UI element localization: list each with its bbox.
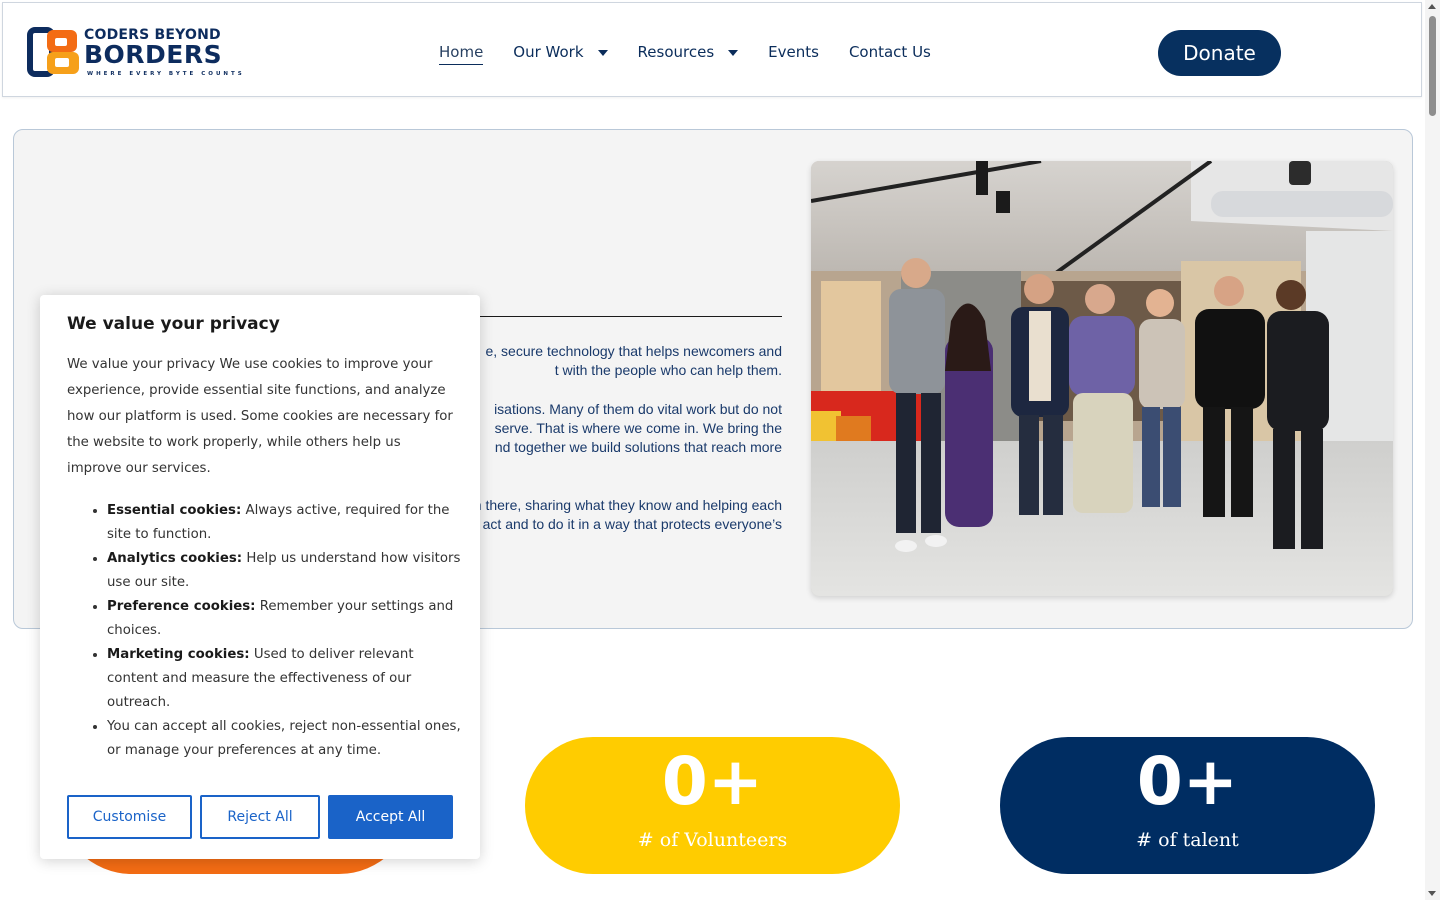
hero-paragraph-line: act and to do it in a way that protects … xyxy=(482,516,782,532)
stat-label: # of talent xyxy=(1136,829,1239,851)
scroll-down-arrow-icon[interactable] xyxy=(1428,891,1436,896)
cookie-type-item: You can accept all cookies, reject non-e… xyxy=(107,715,462,763)
customise-button[interactable]: Customise xyxy=(67,795,192,839)
nav-item-our-work[interactable]: Our Work xyxy=(513,43,608,65)
scroll-up-arrow-icon[interactable] xyxy=(1428,4,1436,9)
stat-card-volunteers: 0+ # of Volunteers xyxy=(525,737,900,874)
cookie-types-list: Essential cookies: Always active, requir… xyxy=(67,499,462,763)
hero-paragraph-line: serve. That is where we come in. We brin… xyxy=(494,420,782,436)
nav-item-contact-us[interactable]: Contact Us xyxy=(849,43,931,65)
accept-all-button[interactable]: Accept All xyxy=(328,795,453,839)
donate-button[interactable]: Donate xyxy=(1158,30,1281,76)
nav-item-resources[interactable]: Resources xyxy=(638,43,739,65)
hero-paragraph-line: isations. Many of them do vital work but… xyxy=(494,401,782,417)
nav-item-home[interactable]: Home xyxy=(439,43,484,65)
team-photo-image xyxy=(811,161,1393,596)
nav-item-events[interactable]: Events xyxy=(768,43,819,65)
scrollbar-thumb[interactable] xyxy=(1429,16,1436,116)
page-scrollbar[interactable] xyxy=(1425,0,1440,900)
nav-item-label: Events xyxy=(768,43,819,61)
main-nav: Home Our Work Resources Events Contact U… xyxy=(439,39,961,69)
logo-text-line2: BORDERS xyxy=(84,40,223,69)
stat-card-talent: 0+ # of talent xyxy=(1000,737,1375,874)
logo-mark-icon xyxy=(27,27,79,77)
nav-item-label: Contact Us xyxy=(848,43,931,61)
cookie-consent-dialog: We value your privacy We value your priv… xyxy=(40,295,480,859)
site-header: CODERS BEYOND BORDERS WHERE EVERY BYTE C… xyxy=(2,2,1422,97)
cookie-type-item: Essential cookies: Always active, requir… xyxy=(107,499,462,547)
stat-value: 0+ xyxy=(1136,743,1239,820)
reject-all-button[interactable]: Reject All xyxy=(200,795,320,839)
caret-down-icon xyxy=(728,50,739,56)
cookie-type-item: Analytics cookies: Help us understand ho… xyxy=(107,547,462,595)
cookie-dialog-body: We value your privacy We use cookies to … xyxy=(67,357,453,476)
stat-value: 0+ xyxy=(661,743,764,820)
hero-paragraph-line: n there, sharing what they know and help… xyxy=(473,497,782,513)
nav-item-label: Resources xyxy=(637,43,715,61)
nav-item-label: Our Work xyxy=(513,43,584,61)
cookie-type-item: Preference cookies: Remember your settin… xyxy=(107,595,462,643)
hero-divider xyxy=(480,316,782,317)
hero-paragraph-line: nd together we build solutions that reac… xyxy=(494,439,782,455)
stat-label: # of Volunteers xyxy=(637,829,788,851)
hero-paragraph-line: e, secure technology that helps newcomer… xyxy=(485,343,782,359)
logo-tagline: WHERE EVERY BYTE COUNTS xyxy=(87,71,245,77)
team-photo xyxy=(811,161,1393,596)
cookie-type-item: Marketing cookies: Used to deliver relev… xyxy=(107,643,462,715)
caret-down-icon xyxy=(597,50,608,56)
hero-paragraph-line: t with the people who can help them. xyxy=(554,362,782,378)
cookie-dialog-title: We value your privacy xyxy=(67,314,280,334)
nav-item-label: Home xyxy=(439,43,484,61)
site-logo[interactable]: CODERS BEYOND BORDERS WHERE EVERY BYTE C… xyxy=(27,25,242,81)
